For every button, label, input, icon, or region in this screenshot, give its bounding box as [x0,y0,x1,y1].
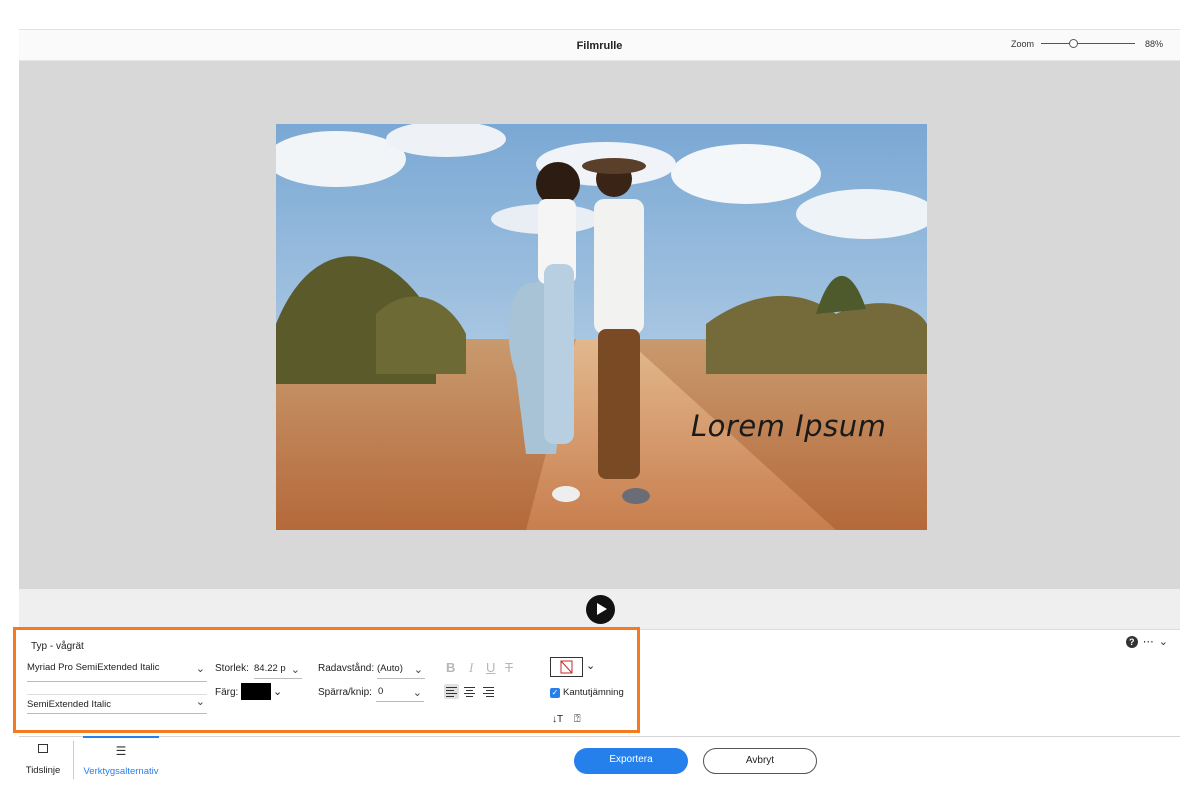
warp-text-icon[interactable]: ⍰ [574,713,581,726]
photo-preview[interactable]: Lorem Ipsum [276,124,927,530]
more-icon[interactable]: ⋯ [1143,635,1154,648]
chevron-down-icon: ⌄ [412,687,422,699]
chevron-down-icon[interactable]: ⌄ [273,685,282,698]
overlay-text[interactable]: Lorem Ipsum [691,409,886,443]
antialias-option[interactable]: ✓ Kantutjämning [550,687,624,698]
leading-value: (Auto) [377,663,403,674]
panel-tools: ? ⋯ ⌄ [1125,635,1168,648]
italic-button[interactable]: I [469,660,473,676]
preview-canvas: Lorem Ipsum [19,61,1180,589]
size-label: Storlek: [215,663,249,674]
app-window: Filmrulle Zoom 88% Lorem Ipsum ? ⋯ ⌄ Typ… [13,29,1180,782]
window-title: Filmrulle [576,40,623,52]
zoom-track [1040,43,1135,44]
chevron-down-icon: ⌄ [195,696,205,708]
play-button[interactable] [586,595,615,624]
help-icon[interactable]: ? [1125,635,1138,648]
tracking-label: Spärra/knip: [318,687,372,698]
tool-options-icon: ☰ [115,744,127,758]
leading-select[interactable]: (Auto) ⌄ [377,663,425,679]
align-right-button[interactable] [481,684,496,699]
font-family-value: Myriad Pro SemiExtended Italic [27,662,160,673]
filmstrip-icon [38,744,48,753]
chevron-down-icon: ⌄ [413,664,423,676]
title-bar: Filmrulle Zoom 88% [19,30,1180,61]
tracking-select[interactable]: 0 ⌄ [376,686,424,702]
antialias-label: Kantutjämning [563,687,624,698]
chevron-down-icon: ⌄ [290,663,300,676]
photo-image [276,124,927,530]
size-value: 84.22 p [254,663,286,674]
chevron-down-icon[interactable]: ⌄ [586,659,595,672]
font-style-select[interactable]: SemiExtended Italic ⌄ [27,694,207,714]
stroke-color-swatch[interactable] [550,657,583,677]
playback-bar [19,589,1180,630]
font-style-value: SemiExtended Italic [27,699,111,710]
no-stroke-icon [560,660,573,674]
antialias-checkbox[interactable]: ✓ [550,687,560,698]
timeline-label: Tidslinje [25,765,61,776]
underline-button[interactable]: U [486,660,495,675]
zoom-slider[interactable] [1040,39,1135,49]
type-heading: Typ - vågrät [31,641,84,652]
chevron-down-icon: ⌄ [195,663,205,675]
color-swatch[interactable] [241,683,271,700]
size-select[interactable]: 84.22 p ⌄ [254,663,302,679]
tab-divider [73,741,74,779]
tool-options-panel: ? ⋯ ⌄ Typ - vågrät Myriad Pro SemiExtend… [13,627,1180,736]
color-label: Färg: [215,687,239,698]
leading-label: Radavstånd: [318,663,375,674]
tool-options-label: Verktygsalternativ [83,766,159,777]
align-center-button[interactable] [462,684,477,699]
vertical-text-icon[interactable]: ↓T [552,714,563,725]
zoom-thumb[interactable] [1068,39,1078,48]
zoom-label: Zoom [1010,39,1034,49]
tab-timeline[interactable]: Tidslinje [23,737,63,783]
export-button[interactable]: Exportera [574,748,688,774]
footer-bar: Tidslinje ☰ Verktygsalternativ Exportera… [19,736,1180,782]
tracking-value: 0 [378,686,384,697]
bold-button[interactable]: B [446,660,455,675]
chevron-down-icon[interactable]: ⌄ [1159,635,1168,648]
font-family-select[interactable]: Myriad Pro SemiExtended Italic ⌄ [27,662,207,682]
tab-tool-options[interactable]: ☰ Verktygsalternativ [83,736,159,782]
zoom-value: 88% [1144,39,1163,49]
zoom-control: Zoom 88% [1011,39,1163,49]
cancel-button[interactable]: Avbryt [703,748,817,774]
align-left-button[interactable] [444,684,459,699]
strikethrough-button[interactable]: T [505,660,513,675]
